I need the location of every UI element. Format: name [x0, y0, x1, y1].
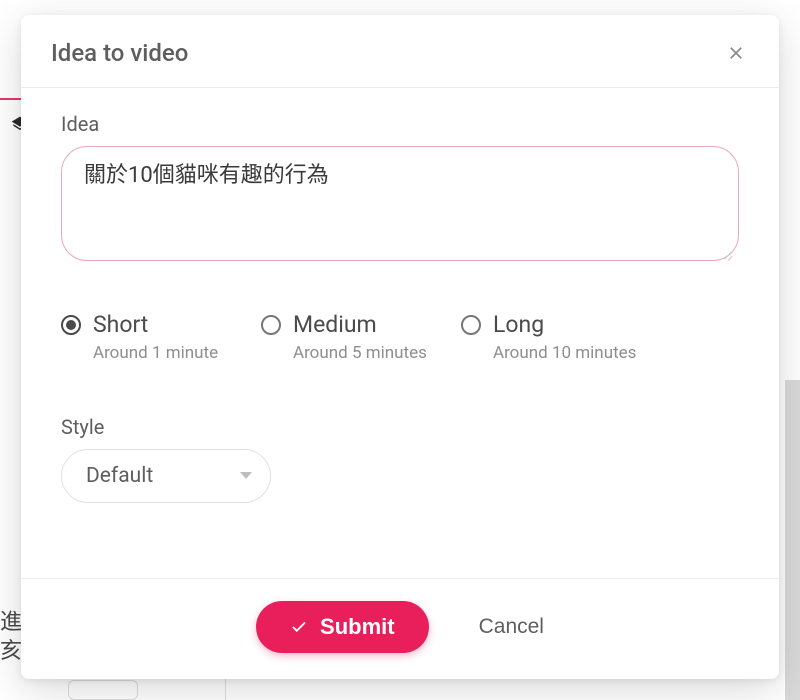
bg-right-shade	[785, 380, 800, 700]
check-icon	[290, 618, 308, 636]
bg-accent-line	[0, 98, 22, 100]
modal-title: Idea to video	[51, 39, 188, 67]
radio-texts: Short Around 1 minute	[93, 311, 218, 363]
radio-sublabel: Around 10 minutes	[493, 343, 636, 363]
close-button[interactable]	[723, 40, 749, 66]
bg-pill	[68, 680, 138, 700]
style-dropdown[interactable]: Default	[61, 449, 271, 503]
idea-to-video-modal: Idea to video Idea Short Around 1 minute…	[21, 15, 779, 679]
close-icon	[727, 44, 745, 62]
length-radio-group: Short Around 1 minute Medium Around 5 mi…	[61, 311, 739, 363]
radio-label: Short	[93, 311, 218, 339]
idea-textarea-wrap	[61, 146, 739, 265]
style-section: Style Default	[61, 415, 739, 503]
modal-header: Idea to video	[21, 15, 779, 88]
style-label: Style	[61, 415, 739, 439]
radio-icon	[261, 315, 281, 335]
radio-icon	[61, 315, 81, 335]
radio-icon	[461, 315, 481, 335]
radio-texts: Medium Around 5 minutes	[293, 311, 427, 363]
idea-label: Idea	[61, 112, 739, 136]
modal-body: Idea Short Around 1 minute Medium Around…	[21, 88, 779, 578]
modal-footer: Submit Cancel	[21, 578, 779, 679]
radio-sublabel: Around 1 minute	[93, 343, 218, 363]
submit-button[interactable]: Submit	[256, 601, 429, 653]
length-option-long[interactable]: Long Around 10 minutes	[461, 311, 681, 363]
idea-input[interactable]	[61, 146, 739, 261]
radio-label: Long	[493, 311, 636, 339]
chevron-down-icon	[240, 472, 252, 479]
radio-sublabel: Around 5 minutes	[293, 343, 427, 363]
length-option-short[interactable]: Short Around 1 minute	[61, 311, 261, 363]
cancel-button[interactable]: Cancel	[479, 615, 544, 639]
radio-texts: Long Around 10 minutes	[493, 311, 636, 363]
length-option-medium[interactable]: Medium Around 5 minutes	[261, 311, 461, 363]
radio-label: Medium	[293, 311, 427, 339]
style-selected-value: Default	[86, 464, 153, 488]
bg-partial-text: 進 亥	[0, 609, 22, 666]
submit-label: Submit	[320, 614, 395, 640]
